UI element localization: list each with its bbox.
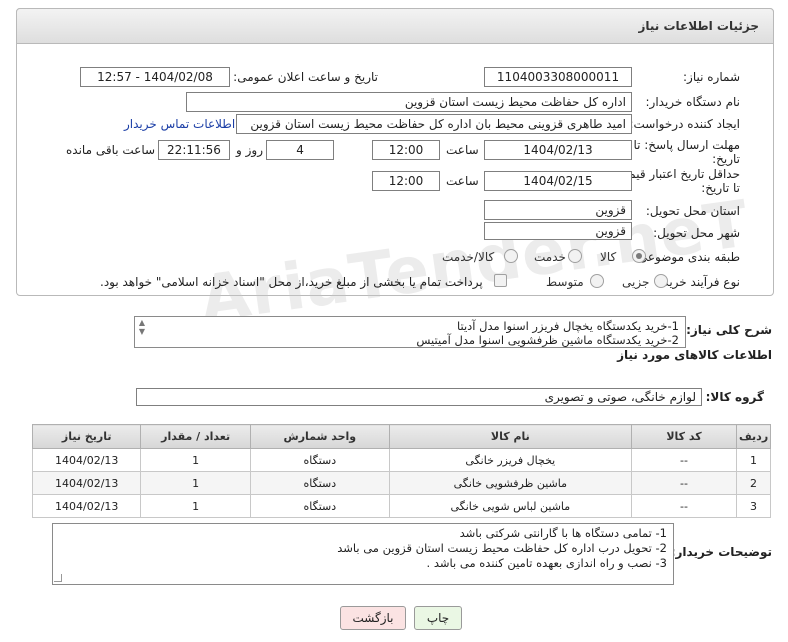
- buyer-org-field: اداره کل حفاظت محیط زیست استان قزوین: [186, 92, 632, 112]
- buyer-notes-line-3: 3- نصب و راه اندازی بعهده تامین کننده می…: [426, 556, 667, 570]
- back-button[interactable]: بازگشت: [340, 606, 406, 630]
- col-quantity: تعداد / مقدار: [140, 424, 251, 449]
- panel-header: جزئیات اطلاعات نیاز: [16, 8, 774, 44]
- need-number-field: 1104003308000011: [484, 67, 632, 87]
- table-row: 2 -- ماشین ظرفشویی خانگی دستگاه 1 1404/0…: [31, 471, 771, 495]
- goods-table: ردیف کد کالا نام کالا واحد شمارش تعداد /…: [31, 424, 771, 518]
- buyer-org-label: نام دستگاه خریدار:: [645, 95, 741, 109]
- cell-row-number: 3: [736, 494, 771, 518]
- buyer-notes-label: توضیحات خریدار:: [670, 545, 772, 559]
- col-need-date: تاریخ نیاز: [31, 424, 142, 449]
- cell-unit: دستگاه: [249, 448, 390, 472]
- col-goods-code: کد کالا: [630, 424, 738, 449]
- city-field: قزوین: [484, 222, 632, 240]
- creator-field: امید طاهری قزوینی محیط بان اداره کل حفاظ…: [236, 114, 632, 134]
- goods-table-header: ردیف کد کالا نام کالا واحد شمارش تعداد /…: [31, 424, 771, 449]
- category-goods-service-radio[interactable]: [504, 249, 518, 263]
- deadline-time-label: ساعت: [446, 143, 479, 157]
- textarea-scroll-arrows-icon[interactable]: ▲ ▼: [136, 318, 148, 336]
- announce-field: 1404/02/08 - 12:57: [80, 67, 230, 87]
- days-field: 4: [266, 140, 334, 160]
- category-label: طبقه بندی موضوعی:: [633, 250, 740, 264]
- cell-goods-name: ماشین ظرفشویی خانگی: [388, 471, 632, 495]
- category-service-radio[interactable]: [568, 249, 582, 263]
- panel-title: جزئیات اطلاعات نیاز: [638, 19, 759, 33]
- cell-need-date: 1404/02/13: [31, 471, 142, 495]
- cell-quantity: 1: [140, 471, 251, 495]
- city-label: شهر محل تحویل:: [653, 226, 740, 240]
- province-field: قزوین: [484, 200, 632, 220]
- goods-section-title: اطلاعات کالاهای مورد نیاز: [617, 348, 772, 362]
- table-row: 1 -- یخچال فریزر خانگی دستگاه 1 1404/02/…: [31, 448, 771, 472]
- need-number-label: شماره نیاز:: [683, 70, 740, 84]
- cell-quantity: 1: [140, 494, 251, 518]
- table-row: 3 -- ماشین لباس شویی خانگی دستگاه 1 1404…: [31, 494, 771, 518]
- buyer-contact-link[interactable]: اطلاعات تماس خریدار: [124, 117, 235, 131]
- cell-need-date: 1404/02/13: [31, 448, 142, 472]
- category-goods-label: کالا: [600, 250, 617, 264]
- buyer-notes-line-2: 2- تحویل درب اداره کل حفاظت محیط زیست اس…: [337, 541, 667, 555]
- description-textarea[interactable]: 1-خرید یکدستگاه یخچال فریزر اسنوا مدل آد…: [134, 316, 686, 348]
- cell-goods-name: ماشین لباس شویی خانگی: [388, 494, 632, 518]
- cell-goods-code: --: [630, 471, 738, 495]
- col-row-number: ردیف: [736, 424, 771, 449]
- description-line-2: 2-خرید یکدستگاه ماشین ظرفشویی اسنوا مدل …: [416, 333, 679, 347]
- buyer-notes-textarea[interactable]: 1- تمامی دستگاه ها با گارانتی شرکتی باشد…: [52, 523, 674, 585]
- cell-unit: دستگاه: [249, 494, 390, 518]
- print-button[interactable]: چاپ: [414, 606, 462, 630]
- description-line-1: 1-خرید یکدستگاه یخچال فریزر اسنوا مدل آد…: [456, 319, 679, 333]
- goods-group-label: گروه کالا:: [705, 390, 764, 404]
- buyer-notes-line-1: 1- تمامی دستگاه ها با گارانتی شرکتی باشد: [459, 526, 667, 540]
- cell-row-number: 2: [736, 471, 771, 495]
- cell-unit: دستگاه: [249, 471, 390, 495]
- validity-time-field: 12:00: [372, 171, 440, 191]
- treasury-payment-checkbox[interactable]: [494, 274, 507, 287]
- cell-goods-code: --: [630, 494, 738, 518]
- process-minor-label: جزیی: [622, 275, 650, 289]
- cell-row-number: 1: [736, 448, 771, 472]
- col-goods-name: نام کالا: [388, 424, 632, 449]
- cell-goods-name: یخچال فریزر خانگی: [388, 448, 632, 472]
- col-unit: واحد شمارش: [249, 424, 390, 449]
- process-medium-radio[interactable]: [590, 274, 604, 288]
- days-label: روز و: [236, 143, 263, 157]
- category-service-label: خدمت: [534, 250, 566, 264]
- creator-label: ایجاد کننده درخواست:: [629, 117, 740, 131]
- treasury-payment-note: پرداخت تمام یا بخشی از مبلغ خرید،از محل …: [100, 275, 483, 289]
- remaining-label: ساعت باقی مانده: [66, 143, 156, 157]
- goods-group-field: لوازم خانگی، صوتی و تصویری: [136, 388, 702, 406]
- deadline-label: مهلت ارسال پاسخ: تا تاریخ:: [633, 138, 740, 166]
- validity-date-field: 1404/02/15: [484, 171, 632, 191]
- cell-quantity: 1: [140, 448, 251, 472]
- province-label: استان محل تحویل:: [645, 204, 740, 218]
- process-minor-radio[interactable]: [654, 274, 668, 288]
- category-goods-radio[interactable]: [632, 249, 646, 263]
- deadline-time-field: 12:00: [372, 140, 440, 160]
- remaining-time-field: 22:11:56: [158, 140, 230, 160]
- resize-grip-icon[interactable]: [54, 574, 62, 582]
- cell-goods-code: --: [630, 448, 738, 472]
- validity-time-label: ساعت: [446, 174, 479, 188]
- description-label: شرح کلی نیاز:: [686, 323, 772, 337]
- announce-label: تاریخ و ساعت اعلان عمومی:: [233, 70, 378, 84]
- category-goods-service-label: کالا/خدمت: [442, 250, 495, 264]
- deadline-date-field: 1404/02/13: [484, 140, 632, 160]
- cell-need-date: 1404/02/13: [31, 494, 142, 518]
- process-medium-label: متوسط: [546, 275, 584, 289]
